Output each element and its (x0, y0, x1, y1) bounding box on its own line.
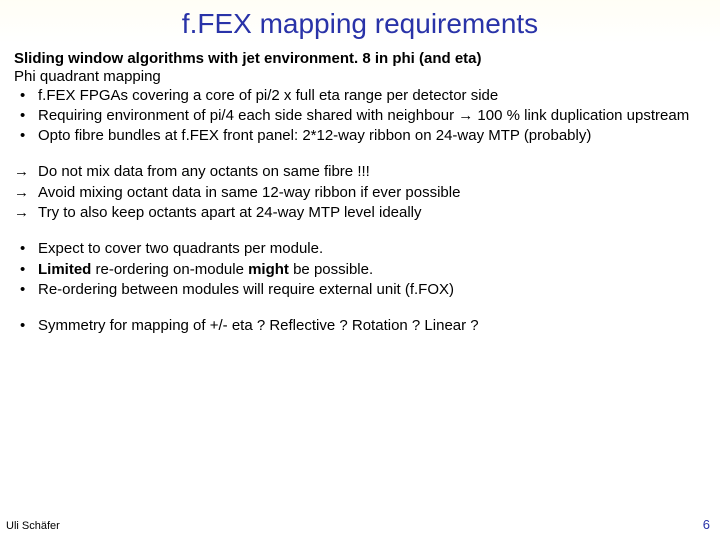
arrow-group: Do not mix data from any octants on same… (14, 163, 706, 222)
bullet-group-1: f.FEX FPGAs covering a core of pi/2 x fu… (14, 87, 706, 146)
bullet-item: Re-ordering between modules will require… (14, 281, 706, 299)
intro-bold: Sliding window algorithms with jet envir… (14, 50, 706, 68)
bold-text: might (248, 261, 289, 278)
bullet-group-2: Expect to cover two quadrants per module… (14, 240, 706, 299)
intro-plain: Phi quadrant mapping (14, 68, 706, 86)
bold-text: Limited (38, 261, 91, 278)
bullet-item: Expect to cover two quadrants per module… (14, 240, 706, 258)
bullet-group-3: Symmetry for mapping of +/- eta ? Reflec… (14, 317, 706, 335)
arrow-item: Avoid mixing octant data in same 12-way … (14, 184, 706, 202)
footer: Uli Schäfer 6 (6, 520, 710, 532)
slide-title: f.FEX mapping requirements (0, 0, 720, 46)
text: be possible. (289, 261, 373, 278)
bullet-item: Symmetry for mapping of +/- eta ? Reflec… (14, 317, 706, 335)
page-number: 6 (703, 517, 710, 532)
slide-body: Sliding window algorithms with jet envir… (0, 46, 720, 336)
text: re-ordering on-module (91, 261, 248, 278)
footer-author: Uli Schäfer (6, 520, 60, 532)
bullet-item: f.FEX FPGAs covering a core of pi/2 x fu… (14, 87, 706, 105)
bullet-item: Opto fibre bundles at f.FEX front panel:… (14, 127, 706, 145)
bullet-item: Requiring environment of pi/4 each side … (14, 107, 706, 125)
arrow-item: Try to also keep octants apart at 24-way… (14, 204, 706, 222)
bullet-item: Limited re-ordering on-module might be p… (14, 261, 706, 279)
arrow-item: Do not mix data from any octants on same… (14, 163, 706, 181)
